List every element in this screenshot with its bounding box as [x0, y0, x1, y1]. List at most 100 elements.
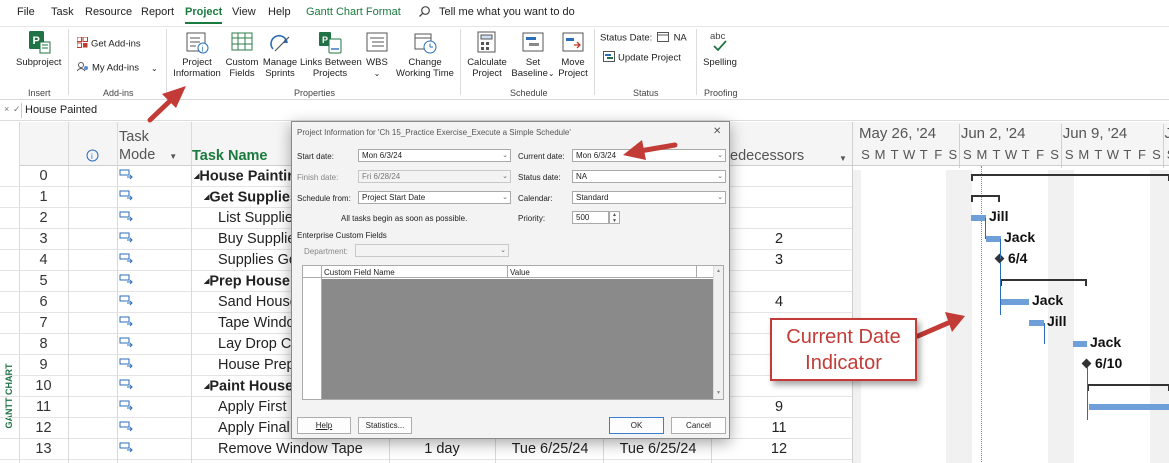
resource-label: Jack [1090, 334, 1122, 350]
grid-scrollbar[interactable]: ▲ ▼ [713, 266, 723, 399]
statistics-button[interactable]: Statistics... [358, 417, 412, 434]
move-project-button[interactable]: Move Project [556, 29, 590, 79]
table-row[interactable]: 13 Remove Window Tape 1 day Tue 6/25/24 Tue … [0, 439, 852, 460]
task-name-text: House Prepp [218, 357, 303, 373]
task-name-text: Sand House [218, 294, 298, 310]
spelling-button[interactable]: abc Spelling [702, 29, 738, 68]
confirm-entry-icon[interactable]: ✓ [13, 104, 21, 115]
menu-project[interactable]: Project [185, 6, 223, 24]
status-date-value: NA [673, 32, 687, 44]
ok-button[interactable]: OK [609, 417, 664, 434]
manage-sprints-label-1: Manage [262, 57, 298, 68]
scroll-down-icon[interactable]: ▼ [716, 390, 721, 396]
row-id[interactable]: 6 [20, 292, 67, 313]
row-id[interactable]: 13 [20, 439, 67, 460]
row-id[interactable]: 1 [20, 187, 67, 208]
row-id[interactable]: 11 [20, 397, 67, 418]
summary-bar [1087, 384, 1169, 386]
menu-resource[interactable]: Resource [85, 6, 132, 18]
summary-bar [971, 195, 1000, 197]
ok-label: OK [630, 421, 643, 430]
grid-line [507, 266, 508, 278]
task-duration[interactable]: 1 day [392, 439, 492, 460]
update-project-button[interactable]: Update Project [603, 51, 681, 65]
start-date-field[interactable]: Mon 6/3/24 ⌄ [358, 149, 511, 162]
calendar-label: Calendar: [518, 194, 553, 203]
calculate-project-button[interactable]: Calculate Project [465, 29, 509, 79]
priority-field[interactable]: 500 [572, 211, 609, 224]
links-between-projects-button[interactable]: P Links Between Projects [300, 29, 362, 79]
menu-bar: File Task Resource Report Project View H… [0, 0, 1169, 27]
calendar-select[interactable]: Standard ⌄ [572, 191, 726, 204]
formula-input[interactable]: House Painted [25, 104, 97, 116]
task-name[interactable]: Remove Window Tape [218, 439, 388, 460]
col-header-task-name[interactable]: Task Name [192, 148, 268, 164]
task-predecessors[interactable]: 3 [714, 250, 844, 271]
row-id[interactable]: 10 [20, 376, 67, 397]
row-id[interactable]: 7 [20, 313, 67, 334]
menu-help[interactable]: Help [268, 6, 291, 18]
subproject-button[interactable]: P Subproject [16, 29, 61, 68]
calculate-label-1: Calculate [467, 57, 507, 68]
chevron-down-icon: ⌄ [717, 173, 723, 180]
manage-sprints-button[interactable]: Manage Sprints [262, 29, 298, 79]
priority-spinner[interactable]: ▲ ▼ [609, 211, 620, 224]
timescale-day-label: F [1137, 147, 1146, 162]
menu-report[interactable]: Report [141, 6, 174, 18]
addins-grid-icon [76, 36, 88, 51]
menu-file[interactable]: File [17, 6, 35, 18]
status-date-button[interactable]: Status Date: NA [600, 31, 687, 45]
project-information-button[interactable]: i Project Information [172, 29, 222, 79]
wbs-button[interactable]: WBS ⌄ [362, 29, 392, 79]
task-start[interactable]: Tue 6/25/24 [498, 439, 602, 460]
task-predecessors[interactable]: 12 [714, 439, 844, 460]
tell-me-input[interactable]: Tell me what you want to do [439, 6, 575, 18]
ribbon-separator [460, 29, 461, 95]
task-predecessors[interactable] [714, 166, 844, 187]
current-date-field[interactable]: Mon 6/3/24 ⌄ [572, 149, 726, 162]
row-id[interactable]: 3 [20, 229, 67, 250]
current-date-label: Current date: [518, 152, 565, 161]
change-working-time-button[interactable]: Change Working Time [394, 29, 456, 79]
finish-date-field: Fri 6/28/24 ⌄ [358, 170, 511, 183]
schedule-from-select[interactable]: Project Start Date ⌄ [358, 191, 511, 204]
row-id[interactable]: 4 [20, 250, 67, 271]
task-predecessors[interactable]: 4 [714, 292, 844, 313]
task-predecessors[interactable] [714, 208, 844, 229]
status-date-field[interactable]: NA ⌄ [572, 170, 726, 183]
custom-fields-button[interactable]: Custom Fields [224, 29, 260, 79]
task-finish[interactable]: Tue 6/25/24 [606, 439, 710, 460]
menu-gantt-chart-format[interactable]: Gantt Chart Format [306, 6, 401, 18]
auto-schedule-icon [119, 334, 133, 355]
row-id[interactable]: 9 [20, 355, 67, 376]
timescale-day-label: S [1152, 147, 1161, 162]
task-bar [1073, 341, 1087, 347]
auto-schedule-icon [119, 292, 133, 313]
task-predecessors[interactable] [714, 271, 844, 292]
row-id[interactable]: 5 [20, 271, 67, 292]
menu-task[interactable]: Task [51, 6, 74, 18]
get-addins-button[interactable]: Get Add-ins [76, 36, 141, 51]
my-addins-button[interactable]: My Add-ins ⌄ [76, 61, 158, 75]
set-baseline-button[interactable]: Set Baseline⌄ [511, 29, 555, 79]
row-id[interactable]: 8 [20, 334, 67, 355]
cancel-entry-icon[interactable]: × [4, 104, 9, 114]
task-predecessors[interactable]: 11 [714, 418, 844, 439]
menu-view[interactable]: View [232, 6, 256, 18]
cancel-button[interactable]: Cancel [671, 417, 726, 434]
task-predecessors[interactable]: 2 [714, 229, 844, 250]
schedule-note: All tasks begin as soon as possible. [341, 214, 468, 223]
scroll-up-icon[interactable]: ▲ [716, 268, 721, 274]
timescale-day-label: T [992, 147, 1001, 162]
col-header-task-mode[interactable]: Task Mode ▼ [119, 128, 177, 166]
task-predecessors[interactable]: 9 [714, 397, 844, 418]
close-icon[interactable]: ✕ [713, 126, 721, 137]
help-button[interactable]: Help [297, 417, 351, 434]
row-id[interactable]: 12 [20, 418, 67, 439]
col-header-predecessors[interactable]: edecessors [730, 148, 804, 164]
gantt-chart: May 26, '24Jun 2, '24Jun 9, '24JSMTWTFSS… [852, 122, 1169, 463]
row-id[interactable]: 0 [20, 166, 67, 187]
task-predecessors[interactable] [714, 187, 844, 208]
row-id[interactable]: 2 [20, 208, 67, 229]
timescale-day-label: T [890, 147, 899, 162]
